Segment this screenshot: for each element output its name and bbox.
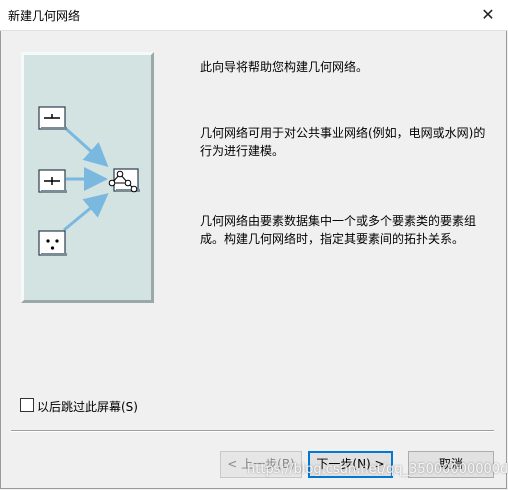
intro-text: 此向导将帮助您构建几何网络。: [200, 60, 369, 74]
description-text-1: 几何网络可用于对公共事业网络(例如，电网或水网)的行为进行建模。: [200, 126, 486, 158]
network-illustration: [38, 106, 140, 256]
back-button[interactable]: < 上一步(B): [220, 451, 302, 478]
arrow-icon: [62, 125, 109, 232]
line-feature-icon: [38, 106, 67, 130]
network-node-icon: [108, 168, 140, 193]
description-text-2: 几何网络由要素数据集中一个或多个要素类的要素组成。构建几何网络时，指定其要素间的…: [200, 214, 477, 246]
line-feature-icon: [38, 169, 67, 193]
title-bar: 新建几何网络 ✕: [0, 0, 508, 31]
point-feature-icon: [38, 230, 67, 256]
checkbox-box[interactable]: [20, 398, 34, 412]
window-title: 新建几何网络: [8, 9, 81, 23]
skip-screen-label[interactable]: 以后跳过此屏幕(S): [37, 398, 138, 415]
next-button[interactable]: 下一步(N) >: [308, 451, 393, 478]
close-icon[interactable]: ✕: [474, 2, 502, 28]
separator: [11, 430, 494, 432]
cancel-button[interactable]: 取消: [408, 451, 494, 478]
illustration-panel: [21, 52, 154, 303]
